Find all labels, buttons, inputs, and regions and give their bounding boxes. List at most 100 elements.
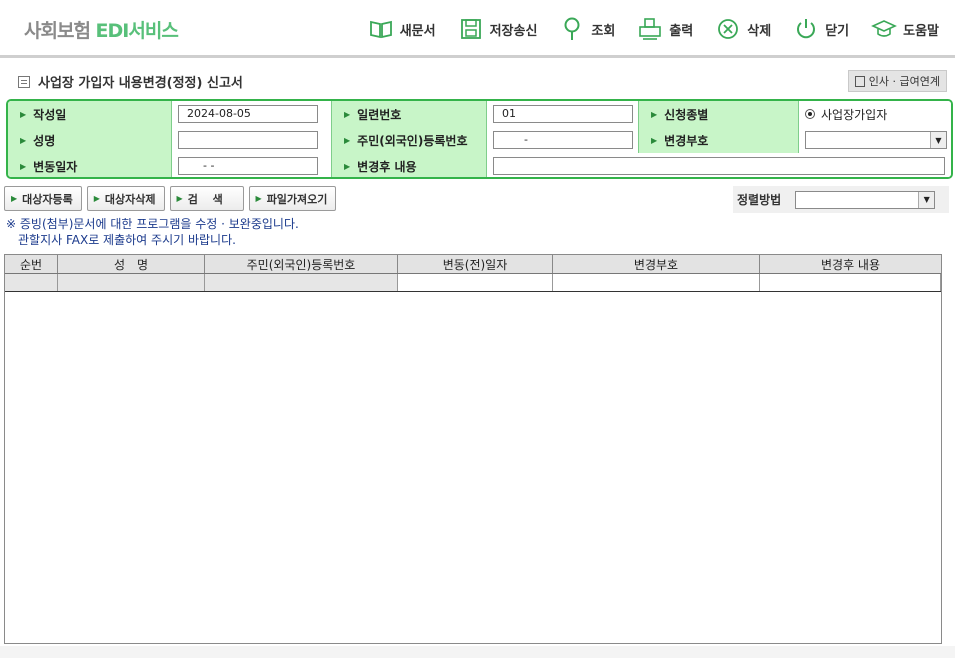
change-code-select[interactable]: ▼ [805, 131, 947, 149]
apply-type-radio-label: 사업장가입자 [821, 107, 888, 122]
column-header-seq[interactable]: 순번 [5, 255, 58, 273]
search-button[interactable]: ▶ 검 색 [169, 186, 244, 211]
form-row-1: ▶ 작성일 2024-08-05 ▶ 일련번호 01 ▶ 신청종별 사업장가입자 [8, 101, 951, 127]
table-cell[interactable] [553, 274, 760, 291]
hr-payroll-link-button[interactable]: 인사 · 급여연계 [847, 70, 947, 92]
bullet-arrow-icon: ▶ [651, 135, 658, 145]
floppy-disk-icon [460, 19, 481, 39]
bottom-scroll-area [0, 646, 955, 658]
copy-icon [854, 75, 865, 87]
page-title-row: 사업장 가입자 내용변경(정정) 신고서 인사 · 급여연계 [0, 64, 955, 96]
delete-button[interactable]: 삭제 [715, 14, 771, 44]
bullet-arrow-icon: ▶ [20, 135, 27, 145]
dropdown-arrow-icon[interactable]: ▼ [930, 132, 946, 148]
register-target-button[interactable]: ▶ 대상자등록 [4, 186, 82, 211]
change-date-input[interactable]: - - [178, 157, 318, 175]
notice-line-2: 관할지사 FAX로 제출하여 주시기 바랍니다. [18, 233, 236, 247]
bullet-arrow-icon: ▶ [11, 194, 18, 203]
form-row-2: ▶ 성명 ▶ 주민(외국인)등록번호 - ▶ 변경부호 ▼ [8, 127, 951, 153]
written-date-label: ▶ 작성일 [8, 101, 172, 127]
table-cell[interactable] [205, 274, 398, 291]
rrn-label-text: 주민(외국인)등록번호 [357, 133, 468, 148]
rrn-cell: - [487, 127, 639, 153]
name-label-text: 성명 [33, 133, 56, 148]
apply-type-label-text: 신청종별 [664, 107, 709, 122]
sort-control: 정렬방법 ▼ [733, 186, 949, 213]
column-header-change-date[interactable]: 변동(전)일자 [398, 255, 553, 273]
change-date-cell: - - [172, 153, 332, 177]
page-title: 사업장 가입자 내용변경(정정) 신고서 [18, 72, 243, 91]
help-label: 도움말 [903, 23, 939, 39]
notice-line-1: ※ 증빙(첨부)문서에 대한 프로그램을 수정 · 보완중입니다. [6, 217, 299, 231]
inquiry-label: 조회 [591, 23, 616, 39]
apply-type-cell: 사업장가입자 [799, 101, 951, 127]
name-input[interactable] [178, 131, 318, 149]
printer-icon [639, 18, 662, 40]
bullet-arrow-icon: ▶ [344, 135, 351, 145]
after-change-label-text: 변경후 내용 [357, 159, 417, 174]
table-cell[interactable] [398, 274, 553, 291]
register-target-label: 대상자등록 [22, 192, 73, 206]
column-header-after-change[interactable]: 변경후 내용 [760, 255, 941, 273]
serial-no-label-text: 일련번호 [357, 107, 402, 122]
hr-payroll-link-label: 인사 · 급여연계 [868, 75, 940, 88]
column-header-name[interactable]: 성 명 [58, 255, 205, 273]
rrn-label: ▶ 주민(외국인)등록번호 [332, 127, 487, 153]
apply-type-radio[interactable]: 사업장가입자 [805, 106, 887, 123]
table-cell[interactable] [5, 274, 58, 291]
brand-logo-part2: EDI서비스 [95, 20, 179, 42]
table-cell[interactable] [58, 274, 205, 291]
after-change-input[interactable] [493, 157, 945, 175]
delete-target-button[interactable]: ▶ 대상자삭제 [86, 186, 165, 211]
written-date-label-text: 작성일 [33, 107, 67, 122]
new-document-label: 새문서 [399, 23, 436, 39]
save-send-button[interactable]: 저장송신 [458, 14, 537, 44]
power-icon [797, 19, 816, 39]
change-code-label-text: 변경부호 [664, 133, 709, 148]
new-document-button[interactable]: 새문서 [368, 14, 436, 44]
target-table: 순번 성 명 주민(외국인)등록번호 변동(전)일자 변경부호 변경후 내용 [4, 254, 942, 644]
table-row[interactable] [5, 274, 941, 292]
notice-text: ※ 증빙(첨부)문서에 대한 프로그램을 수정 · 보완중입니다. 관할지사 F… [6, 216, 299, 248]
table-cell[interactable] [760, 274, 941, 291]
after-change-label: ▶ 변경후 내용 [332, 153, 487, 177]
dropdown-arrow-icon[interactable]: ▼ [918, 191, 935, 208]
written-date-cell: 2024-08-05 [172, 101, 332, 127]
bullet-arrow-icon: ▶ [176, 194, 183, 203]
sort-select[interactable]: ▼ [795, 190, 936, 209]
close-label: 닫기 [825, 23, 850, 39]
column-header-change-code[interactable]: 변경부호 [553, 255, 760, 273]
magnifier-icon [564, 17, 580, 40]
change-date-label-text: 변동일자 [33, 159, 78, 174]
bullet-arrow-icon: ▶ [344, 161, 351, 171]
serial-no-cell: 01 [487, 101, 639, 127]
report-form: ▶ 작성일 2024-08-05 ▶ 일련번호 01 ▶ 신청종별 사업장가입자 ▶ 성… [6, 99, 953, 179]
inquiry-button[interactable]: 조회 [559, 14, 615, 44]
bullet-arrow-icon: ▶ [20, 161, 27, 171]
change-code-cell: ▼ [799, 127, 951, 153]
apply-type-label: ▶ 신청종별 [639, 101, 799, 127]
name-label: ▶ 성명 [8, 127, 172, 153]
bullet-arrow-icon: ▶ [255, 194, 262, 203]
search-label: 검 색 [187, 192, 223, 206]
print-label: 출력 [669, 23, 694, 39]
delete-circle-icon [718, 19, 739, 39]
graduation-cap-icon [871, 20, 898, 37]
bullet-arrow-icon: ▶ [20, 109, 27, 119]
brand-logo-part1: 사회보험 [24, 20, 91, 42]
radio-selected-icon [805, 109, 815, 119]
import-file-label: 파일가져오기 [266, 192, 328, 206]
form-row-3: ▶ 변동일자 - - ▶ 변경후 내용 [8, 153, 951, 177]
print-button[interactable]: 출력 [637, 14, 693, 44]
written-date-input[interactable]: 2024-08-05 [178, 105, 318, 123]
page-title-text: 사업장 가입자 내용변경(정정) 신고서 [38, 76, 243, 91]
import-file-button[interactable]: ▶ 파일가져오기 [248, 186, 337, 211]
close-button[interactable]: 닫기 [793, 14, 849, 44]
rrn-input[interactable]: - [493, 131, 633, 149]
column-header-rrn[interactable]: 주민(외국인)등록번호 [205, 255, 398, 273]
serial-no-label: ▶ 일련번호 [332, 101, 487, 127]
help-button[interactable]: 도움말 [871, 14, 939, 44]
top-menu: 새문서 저장송신 조회 출력 삭제 닫기 도움말 [346, 14, 939, 44]
serial-no-input[interactable]: 01 [493, 105, 633, 123]
top-header: 사회보험 EDI서비스 새문서 저장송신 조회 출력 삭제 닫기 도움말 [0, 0, 955, 58]
